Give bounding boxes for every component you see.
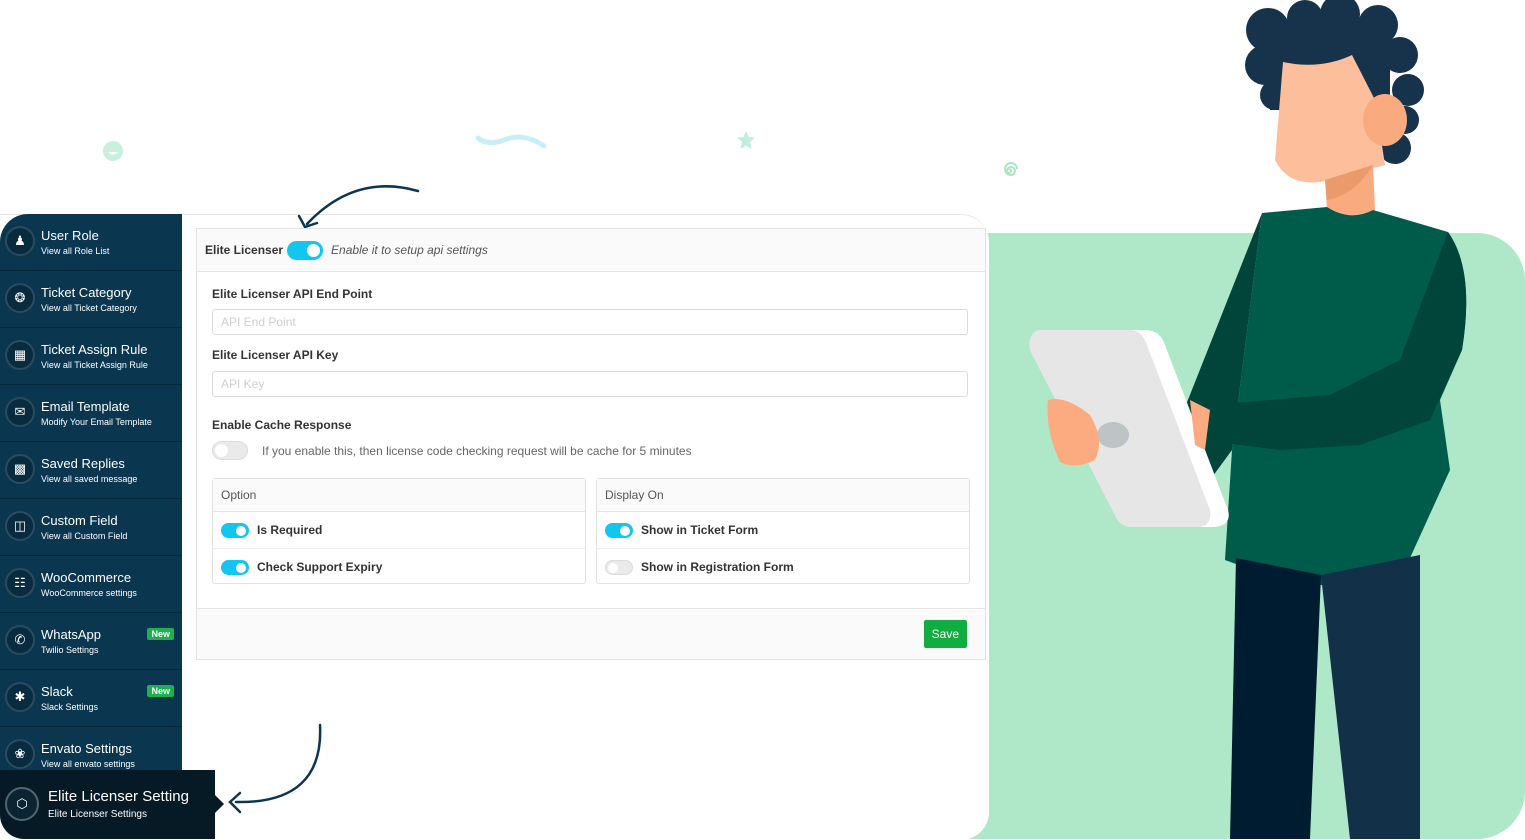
option-panel: Option Is Required Check Support Expiry bbox=[212, 478, 586, 584]
sidebar-item-custom-field[interactable]: ◫ Custom Field View all Custom Field bbox=[0, 499, 182, 556]
sidebar-item-title: Envato Settings bbox=[41, 741, 133, 756]
sidebar-item-user-role[interactable]: ♟ User Role View all Role List bbox=[0, 214, 182, 271]
sidebar-item-slack[interactable]: ✱ Slack Slack Settings New bbox=[0, 670, 182, 727]
arrow-to-active-item bbox=[228, 723, 322, 814]
save-button[interactable]: Save bbox=[923, 620, 967, 648]
elite-licenser-toggle[interactable] bbox=[287, 240, 324, 260]
is-required-label: Is Required bbox=[257, 523, 323, 537]
sidebar-item-title: WooCommerce bbox=[41, 570, 132, 585]
elite-licenser-settings-card: Elite Licenser Enable it to setup api se… bbox=[196, 228, 986, 660]
whatsapp-icon: ✆ bbox=[5, 625, 35, 655]
arrow-to-toggle bbox=[297, 185, 420, 229]
sidebar-item-title: Email Template bbox=[41, 399, 130, 414]
sidebar-item-subtitle: View all envato settings bbox=[41, 759, 135, 769]
api-endpoint-input[interactable] bbox=[212, 309, 968, 335]
sidebar-item-subtitle: View all Custom Field bbox=[41, 531, 128, 541]
settings-sidebar: ♟ User Role View all Role List ❂ Ticket C… bbox=[0, 214, 182, 770]
option-row-is-required: Is Required bbox=[213, 512, 585, 548]
show-in-ticket-form-label: Show in Ticket Form bbox=[641, 523, 759, 537]
sidebar-item-envato-settings[interactable]: ❀ Envato Settings View all envato setting… bbox=[0, 727, 182, 770]
cache-response-hint: If you enable this, then license code ch… bbox=[262, 443, 692, 458]
envelope-open-icon: ✉ bbox=[5, 397, 35, 427]
sidebar-item-title: Slack bbox=[41, 684, 73, 699]
inbox-icon: ▩ bbox=[5, 454, 35, 484]
sidebar-item-ticket-assign-rule[interactable]: ▦ Ticket Assign Rule View all Ticket Assi… bbox=[0, 328, 182, 385]
slack-icon: ✱ bbox=[5, 682, 35, 712]
display-row-ticket-form: Show in Ticket Form bbox=[597, 512, 969, 548]
check-support-expiry-label: Check Support Expiry bbox=[257, 560, 383, 574]
sidebar-item-title: Ticket Assign Rule bbox=[41, 342, 148, 357]
sidebar-item-elite-licenser-setting[interactable]: ⬡ Elite Licenser Setting Elite Licenser S… bbox=[0, 770, 224, 839]
smiley-dot-decoration bbox=[103, 141, 123, 161]
sidebar-item-title: Custom Field bbox=[41, 513, 118, 528]
sidebar-item-subtitle: View all Role List bbox=[41, 246, 110, 256]
show-in-registration-form-label: Show in Registration Form bbox=[641, 560, 794, 574]
is-required-toggle[interactable] bbox=[221, 522, 249, 538]
users-icon: ♟ bbox=[5, 226, 35, 256]
show-in-ticket-form-toggle[interactable] bbox=[605, 522, 633, 538]
sidebar-item-ticket-category[interactable]: ❂ Ticket Category View all Ticket Categor… bbox=[0, 271, 182, 328]
card-header: Elite Licenser Enable it to setup api se… bbox=[197, 229, 985, 272]
sidebar-item-title: User Role bbox=[41, 228, 99, 243]
display-on-panel: Display On Show in Ticket Form Show in R… bbox=[596, 478, 970, 584]
show-in-registration-form-toggle[interactable] bbox=[605, 559, 633, 575]
wave-decoration bbox=[475, 134, 547, 149]
leaf-icon: ❀ bbox=[5, 739, 35, 769]
trello-icon: ◫ bbox=[5, 511, 35, 541]
sidebar-item-subtitle: Elite Licenser Settings bbox=[48, 809, 147, 820]
sidebar-item-title: Saved Replies bbox=[41, 456, 125, 471]
card-footer: Save bbox=[197, 608, 985, 659]
display-row-registration-form: Show in Registration Form bbox=[597, 548, 969, 585]
sidebar-item-woocommerce[interactable]: ☷ WooCommerce WooCommerce settings bbox=[0, 556, 182, 613]
sidebar-item-title: Ticket Category bbox=[41, 285, 132, 300]
sidebar-item-subtitle: View all Ticket Category bbox=[41, 303, 137, 313]
display-on-panel-title: Display On bbox=[597, 479, 969, 512]
sidebar-item-subtitle: View all Ticket Assign Rule bbox=[41, 360, 148, 370]
new-badge: New bbox=[147, 628, 174, 640]
ticket-icon: ❂ bbox=[5, 283, 35, 313]
elite-licenser-hint: Enable it to setup api settings bbox=[331, 243, 488, 257]
sidebar-item-email-template[interactable]: ✉ Email Template Modify Your Email Templa… bbox=[0, 385, 182, 442]
sidebar-item-title: Elite Licenser Setting bbox=[48, 788, 189, 805]
sidebar-item-subtitle: WooCommerce settings bbox=[41, 588, 137, 598]
person-illustration bbox=[1029, 0, 1467, 839]
check-support-expiry-toggle[interactable] bbox=[221, 559, 249, 575]
star-decoration bbox=[737, 131, 755, 149]
api-key-label: Elite Licenser API Key bbox=[212, 348, 339, 362]
elite-licenser-label: Elite Licenser bbox=[205, 243, 284, 257]
new-badge: New bbox=[147, 685, 174, 697]
sidebar-item-whatsapp[interactable]: ✆ WhatsApp Twilio Settings New bbox=[0, 613, 182, 670]
elite-licenser-icon: ⬡ bbox=[5, 787, 39, 821]
sidebar-item-title: WhatsApp bbox=[41, 627, 101, 642]
sidebar-item-subtitle: Twilio Settings bbox=[41, 645, 99, 655]
cache-response-toggle[interactable] bbox=[212, 441, 248, 460]
sidebar-item-subtitle: View all saved message bbox=[41, 474, 138, 484]
api-endpoint-label: Elite Licenser API End Point bbox=[212, 287, 373, 301]
sidebar-item-subtitle: Slack Settings bbox=[41, 702, 99, 712]
sidebar-item-subtitle: Modify Your Email Template bbox=[41, 417, 152, 427]
api-key-input[interactable] bbox=[212, 371, 968, 397]
cache-response-row: If you enable this, then license code ch… bbox=[212, 441, 692, 460]
option-panel-title: Option bbox=[213, 479, 585, 512]
sidebar-item-saved-replies[interactable]: ▩ Saved Replies View all saved message bbox=[0, 442, 182, 499]
basket-icon: ☷ bbox=[5, 568, 35, 598]
spiral-decoration bbox=[1004, 162, 1018, 177]
enable-cache-label: Enable Cache Response bbox=[212, 418, 352, 432]
option-row-check-support-expiry: Check Support Expiry bbox=[213, 548, 585, 585]
grid-icon: ▦ bbox=[5, 340, 35, 370]
